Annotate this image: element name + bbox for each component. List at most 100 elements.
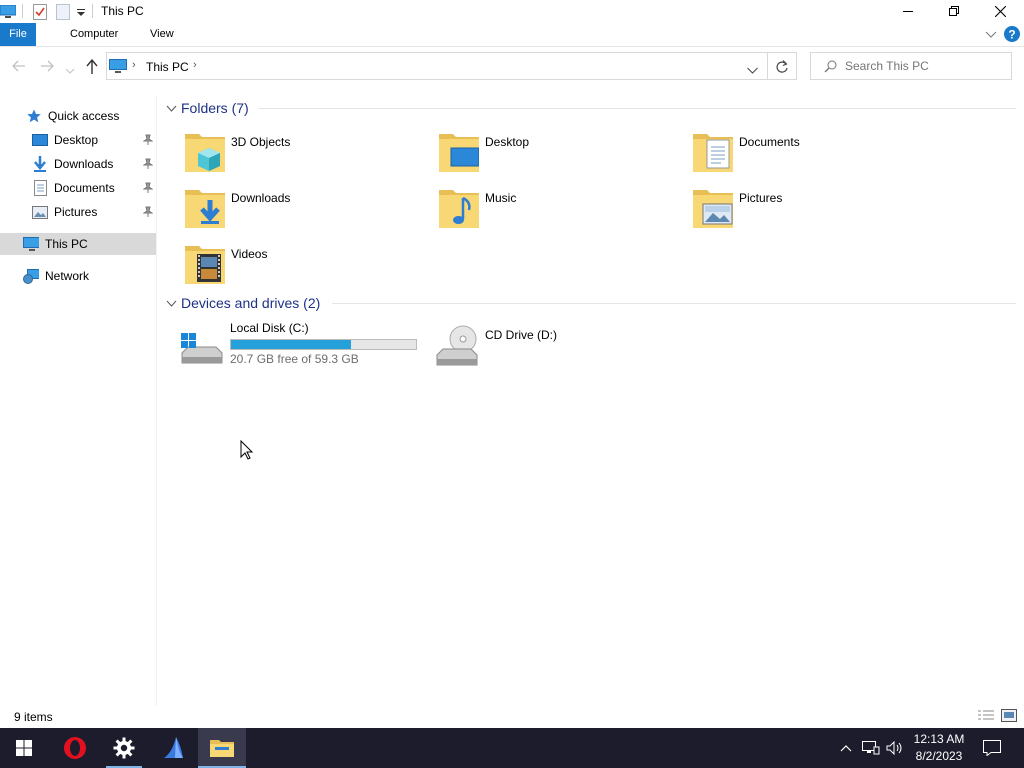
- pane-divider[interactable]: [156, 96, 157, 706]
- separator: [92, 4, 93, 18]
- status-item-count: 9 items: [14, 710, 53, 724]
- sidebar-item-quick-access[interactable]: Quick access: [0, 105, 156, 127]
- large-icons-view-icon[interactable]: [1001, 709, 1017, 726]
- file-explorer-icon: [210, 740, 234, 757]
- tab-view[interactable]: View: [140, 23, 184, 46]
- computer-icon: [109, 59, 127, 77]
- clock-time: 12:13 AM: [913, 732, 965, 746]
- clock[interactable]: 12:13 AM 8/2/2023: [906, 731, 972, 765]
- folder-label: Videos: [231, 247, 268, 261]
- drive-usage-fill: [231, 340, 352, 349]
- sidebar-item-downloads[interactable]: Downloads: [0, 153, 156, 175]
- sidebar-item-label: Desktop: [54, 133, 99, 147]
- computer-icon[interactable]: [0, 3, 16, 20]
- local-disk-icon: [181, 333, 223, 364]
- notification-icon: [983, 740, 1001, 756]
- refresh-button[interactable]: [767, 52, 797, 80]
- pin-icon[interactable]: [142, 206, 154, 221]
- drive-label: Local Disk (C:): [230, 321, 309, 335]
- folder-label: 3D Objects: [231, 135, 291, 149]
- taskbar: 12:13 AM 8/2/2023: [0, 728, 1024, 768]
- chevron-up-icon: [840, 745, 852, 752]
- gear-icon: [113, 737, 135, 759]
- forward-arrow-icon[interactable]: [40, 60, 54, 75]
- drive-cd-d[interactable]: CD Drive (D:): [435, 321, 685, 373]
- sidebar-item-label: Network: [45, 269, 90, 283]
- taskbar-opera[interactable]: [51, 728, 99, 768]
- sidebar-item-label: Pictures: [54, 205, 98, 219]
- expand-ribbon-chevron-icon[interactable]: [985, 29, 997, 43]
- folder-label: Downloads: [231, 191, 291, 205]
- computer-icon: [23, 236, 39, 252]
- restore-icon: [949, 6, 959, 16]
- pin-icon[interactable]: [142, 134, 154, 149]
- folder-downloads[interactable]: Downloads: [185, 186, 435, 238]
- back-arrow-icon[interactable]: [12, 60, 26, 75]
- folder-documents[interactable]: Documents: [693, 130, 943, 182]
- breadcrumb-separator-icon[interactable]: ›: [132, 59, 136, 71]
- pin-icon[interactable]: [142, 182, 154, 197]
- taskbar-settings[interactable]: [100, 728, 148, 768]
- address-bar[interactable]: › This PC ›: [106, 52, 768, 80]
- drive-label: CD Drive (D:): [485, 328, 557, 342]
- minimize-button[interactable]: [885, 0, 931, 22]
- close-button[interactable]: [977, 0, 1023, 22]
- window-title: This PC: [101, 4, 144, 18]
- collapse-chevron-icon: [166, 300, 177, 307]
- search-icon: [824, 60, 837, 76]
- separator: [22, 4, 23, 18]
- folder-3d-objects[interactable]: 3D Objects: [185, 130, 435, 182]
- drive-local-disk-c[interactable]: Local Disk (C:) 20.7 GB free of 59.3 GB: [180, 321, 430, 373]
- show-hidden-icons-button[interactable]: [838, 728, 854, 768]
- minimize-icon: [903, 11, 913, 12]
- sidebar-item-documents[interactable]: Documents: [0, 177, 156, 199]
- taskbar-file-explorer[interactable]: [198, 728, 246, 768]
- details-view-icon[interactable]: [978, 710, 994, 725]
- downloads-folder-icon: [32, 156, 48, 172]
- documents-folder-icon: [32, 180, 48, 196]
- sidebar-item-label: This PC: [45, 237, 88, 251]
- search-box[interactable]: [810, 52, 1012, 80]
- pin-icon[interactable]: [142, 158, 154, 173]
- drives-group-title: Devices and drives (2): [181, 295, 321, 311]
- folder-music[interactable]: Music: [439, 186, 689, 238]
- folder-videos[interactable]: Videos: [185, 242, 435, 294]
- restore-button[interactable]: [931, 0, 977, 22]
- breadcrumb-this-pc[interactable]: This PC: [146, 60, 189, 74]
- help-icon[interactable]: ?: [1004, 26, 1020, 45]
- sidebar-item-label: Downloads: [54, 157, 114, 171]
- recent-locations-chevron-icon[interactable]: [65, 63, 75, 77]
- 3d-objects-folder-icon: [185, 134, 225, 172]
- start-button[interactable]: [0, 728, 48, 768]
- up-arrow-icon[interactable]: [86, 58, 98, 77]
- svg-text:?: ?: [1008, 28, 1015, 42]
- sail-app-icon: [164, 737, 183, 758]
- folder-pictures[interactable]: Pictures: [693, 186, 943, 238]
- folder-desktop[interactable]: Desktop: [439, 130, 689, 182]
- sidebar-item-desktop[interactable]: Desktop: [0, 129, 156, 151]
- volume-icon[interactable]: [885, 728, 905, 768]
- star-icon: [26, 108, 42, 124]
- music-folder-icon: [439, 190, 479, 228]
- sidebar-item-this-pc[interactable]: This PC: [0, 233, 156, 255]
- folders-group-header[interactable]: Folders (7): [166, 98, 249, 118]
- search-input[interactable]: [845, 59, 1005, 73]
- customize-toolbar-chevron-icon[interactable]: [76, 3, 86, 20]
- notification-center-button[interactable]: [980, 728, 1004, 768]
- drives-group-header[interactable]: Devices and drives (2): [166, 293, 320, 313]
- sidebar-item-pictures[interactable]: Pictures: [0, 201, 156, 223]
- taskbar-app[interactable]: [149, 728, 197, 768]
- sidebar-item-label: Documents: [54, 181, 115, 195]
- tab-file[interactable]: File: [0, 23, 36, 46]
- sidebar-item-network[interactable]: Network: [0, 265, 156, 287]
- network-tray-icon[interactable]: [861, 728, 881, 768]
- new-folder-icon[interactable]: [56, 3, 70, 20]
- refresh-icon: [776, 59, 788, 73]
- address-history-chevron-icon[interactable]: [747, 63, 758, 77]
- tab-computer[interactable]: Computer: [60, 23, 128, 46]
- breadcrumb-chevron-icon[interactable]: ›: [193, 59, 197, 71]
- folder-label: Music: [485, 191, 517, 205]
- folders-group-title: Folders (7): [181, 100, 249, 116]
- properties-icon[interactable]: [33, 3, 47, 20]
- folder-label: Desktop: [485, 135, 530, 149]
